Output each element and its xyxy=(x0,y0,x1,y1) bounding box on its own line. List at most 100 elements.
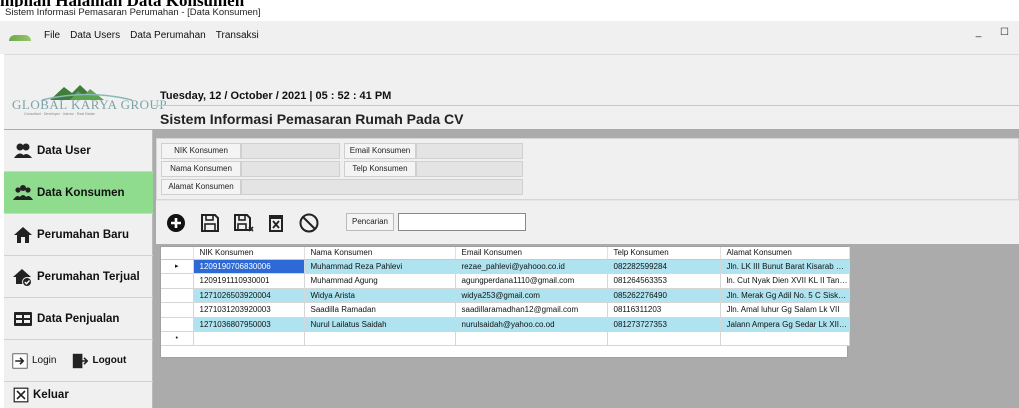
window-controls[interactable]: _ ☐ xyxy=(976,27,1017,38)
table-cell[interactable]: 081264563353 xyxy=(607,273,721,289)
sidebar-item-data-user[interactable]: Data User xyxy=(4,130,153,172)
table-row[interactable]: 1271026503920004 Widya Arista widya253@g… xyxy=(161,288,850,303)
sidebar-item-data-penjualan[interactable]: Data Penjualan xyxy=(4,298,153,340)
table-row[interactable]: 1271036807950003 Nurul Lailatus Saidah n… xyxy=(161,317,850,332)
login-icon xyxy=(12,352,28,369)
customer-table: NIK Konsumen Nama Konsumen Email Konsume… xyxy=(160,246,850,358)
logout-icon xyxy=(72,353,89,369)
page-title: Sistem Informasi Pemasaran Rumah Pada CV xyxy=(160,111,464,127)
table-cell[interactable]: 1209190706830006 xyxy=(193,259,305,274)
table-cell[interactable]: 1271036807950003 xyxy=(193,317,305,332)
close-icon xyxy=(13,387,29,403)
app-window: { "doc_caption": "mpilan Halaman Data Ko… xyxy=(0,0,1019,408)
toolbar: Pencarian xyxy=(156,200,1019,244)
table-cell[interactable]: Jln. Merak Gg Adil No. 5 C Siskambing xyxy=(720,288,850,303)
nama-label: Nama Konsumen xyxy=(161,161,241,177)
column-header[interactable]: Alamat Konsumen xyxy=(720,247,850,260)
telp-label: Telp Konsumen xyxy=(344,161,416,177)
logo-tagline: Consultant · Developer · Interior · Real… xyxy=(24,112,96,116)
row-header-corner xyxy=(161,247,194,260)
table-cell[interactable]: Nurul Lailatus Saidah xyxy=(304,317,456,332)
delete-icon xyxy=(269,215,283,232)
home-icon xyxy=(13,225,33,245)
auth-row: Login Logout xyxy=(4,340,153,382)
save-icon xyxy=(201,214,219,232)
save-button[interactable] xyxy=(198,211,222,235)
table-cell[interactable]: 081273727353 xyxy=(607,317,721,332)
save-edit-button[interactable] xyxy=(232,211,256,235)
sidebar-item-label: Data User xyxy=(37,144,91,157)
exit-label: Keluar xyxy=(33,389,69,401)
table-cell[interactable]: saadillaramadhan12@gmail.com xyxy=(455,302,608,318)
table-cell[interactable]: 1271026503920004 xyxy=(193,288,305,303)
logout-label: Logout xyxy=(92,355,127,366)
alamat-label: Alamat Konsumen xyxy=(161,179,241,195)
sales-icon xyxy=(13,309,33,329)
save-edit-icon xyxy=(234,214,254,232)
table-cell[interactable] xyxy=(193,331,305,346)
logo-text: GLOBAL KARYA GROUP xyxy=(12,97,168,112)
window-title: Sistem Informasi Pemasaran Perumahan - [… xyxy=(0,7,1019,20)
cancel-button[interactable] xyxy=(297,211,321,235)
table-cell[interactable]: 082282599284 xyxy=(607,259,721,274)
sidebar-item-perumahan-terjual[interactable]: Perumahan Terjual xyxy=(4,256,153,298)
login-label: Login xyxy=(32,355,57,366)
row-header xyxy=(161,302,194,318)
column-header[interactable]: NIK Konsumen xyxy=(193,247,305,260)
table-cell[interactable] xyxy=(304,331,456,346)
table-cell[interactable]: nurulsaidah@yahoo.co.od xyxy=(455,317,608,332)
table-cell[interactable] xyxy=(720,331,850,346)
menu-transaksi[interactable]: Transaksi xyxy=(211,30,264,41)
home-sold-icon xyxy=(13,267,33,287)
table-cell[interactable]: Saadilla Ramadan xyxy=(304,302,456,318)
row-header xyxy=(161,273,194,289)
email-field[interactable] xyxy=(416,143,523,159)
new-row-marker: • xyxy=(161,331,194,346)
nik-field[interactable] xyxy=(241,143,340,159)
table-cell[interactable]: Jln. Amal luhur Gg Salam Lk VII xyxy=(720,302,850,318)
sidebar-item-data-konsumen[interactable]: Data Konsumen xyxy=(4,172,153,214)
table-cell[interactable]: rezae_pahlevi@yahooo.co.id xyxy=(455,259,608,274)
current-row-marker: ▸ xyxy=(161,259,194,274)
table-cell[interactable]: Muhammad Agung xyxy=(304,273,456,289)
column-header[interactable]: Telp Konsumen xyxy=(607,247,721,260)
menu-data-perumahan[interactable]: Data Perumahan xyxy=(125,30,211,41)
table-cell[interactable]: 1271031203920003 xyxy=(193,302,305,318)
row-header xyxy=(161,317,194,332)
delete-button[interactable] xyxy=(264,211,288,235)
new-row[interactable]: • xyxy=(161,331,850,346)
table-cell[interactable]: agungperdana1110@gmail.com xyxy=(455,273,608,289)
telp-field[interactable] xyxy=(416,161,523,177)
menu-file[interactable]: File xyxy=(39,30,65,41)
table-cell[interactable]: Jln. LK III Bunut Barat Kisarab Barat xyxy=(720,259,850,274)
table-cell[interactable]: 08116311203 xyxy=(607,302,721,318)
column-header[interactable]: Email Konsumen xyxy=(455,247,608,260)
table-cell[interactable]: Widya Arista xyxy=(304,288,456,303)
logout-button[interactable]: Logout xyxy=(72,353,126,369)
table-cell[interactable]: ln. Cut Nyak Dien XVII KL II Tanah Tin..… xyxy=(720,273,850,289)
company-logo: GLOBAL KARYA GROUP Consultant · Develope… xyxy=(12,83,167,119)
table-cell[interactable]: Muhammad Reza Pahlevi xyxy=(304,259,456,274)
search-input[interactable] xyxy=(398,213,526,231)
header-panel: GLOBAL KARYA GROUP Consultant · Develope… xyxy=(4,54,1019,129)
table-cell[interactable] xyxy=(455,331,608,346)
table-cell[interactable] xyxy=(607,331,721,346)
table-row[interactable]: 1271031203920003 Saadilla Ramadan saadil… xyxy=(161,302,850,318)
login-button[interactable]: Login xyxy=(12,352,57,369)
alamat-field[interactable] xyxy=(241,179,523,195)
table-cell[interactable]: 085262276490 xyxy=(607,288,721,303)
sidebar-item-label: Data Penjualan xyxy=(37,312,120,325)
table-cell[interactable]: Jalann Ampera Gg Sedar Lk XIII No.13 xyxy=(720,317,850,332)
exit-button[interactable]: Keluar xyxy=(4,382,153,408)
table-row[interactable]: ▸ 1209190706830006 Muhammad Reza Pahlevi… xyxy=(161,259,850,274)
menu-data-users[interactable]: Data Users xyxy=(65,30,125,41)
sidebar-item-label: Perumahan Baru xyxy=(37,228,130,241)
table-row[interactable]: 1209191110930001 Muhammad Agung agungper… xyxy=(161,273,850,289)
table-cell[interactable]: 1209191110930001 xyxy=(193,273,305,289)
column-header[interactable]: Nama Konsumen xyxy=(304,247,456,260)
nama-field[interactable] xyxy=(241,161,340,177)
table-cell[interactable]: widya253@gmail.com xyxy=(455,288,608,303)
sidebar-item-perumahan-baru[interactable]: Perumahan Baru xyxy=(4,214,153,256)
add-button[interactable] xyxy=(164,211,188,235)
menu-bar: File Data Users Data Perumahan Transaksi… xyxy=(0,21,1019,50)
